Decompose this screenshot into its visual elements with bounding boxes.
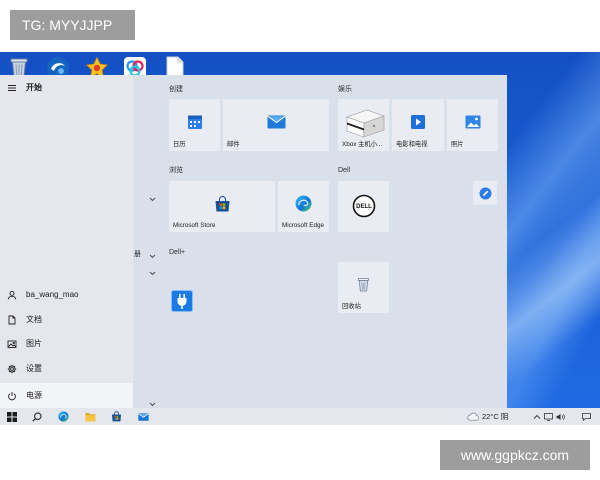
plug-icon[interactable] (171, 290, 193, 312)
tile-label: 回收站 (342, 303, 361, 310)
tile-icon-wrap (447, 99, 498, 145)
power-icon (8, 391, 16, 400)
app-list-item[interactable]: 册 (134, 250, 141, 259)
tile-icon-wrap (338, 262, 389, 307)
weather-widget[interactable]: 22°C 阴 (467, 408, 508, 425)
picture-icon (7, 340, 17, 348)
tile-label: 电影和电视 (396, 141, 428, 148)
tile-label: 照片 (451, 141, 464, 148)
chevron-down-icon[interactable] (149, 197, 156, 202)
chevron-down-icon[interactable] (149, 254, 156, 259)
tile-xbox-console[interactable]: Xbox 主机小... (338, 99, 389, 151)
tile-dell[interactable]: DELL (338, 181, 389, 232)
tile-microsoft-edge[interactable]: Microsoft Edge (278, 181, 329, 232)
mail-icon (267, 115, 285, 129)
network-icon (544, 412, 553, 421)
tile-photos[interactable]: 照片 (447, 99, 498, 151)
chevron-up-icon (533, 414, 540, 419)
edge-icon (295, 195, 312, 212)
nav-documents[interactable]: 文档 (0, 308, 133, 332)
tile-label: Microsoft Edge (282, 222, 324, 229)
weather-text: 22°C 阴 (482, 412, 509, 421)
tile-recycle-bin[interactable]: 回收站 (338, 262, 389, 313)
edge-icon (57, 411, 69, 422)
recycle-bin-icon (358, 278, 369, 292)
start-menu-toggle[interactable]: 开始 (0, 76, 133, 100)
pen-icon (479, 187, 491, 199)
volume-button[interactable] (555, 408, 566, 425)
file-explorer-icon (85, 412, 95, 421)
taskbar-store-button[interactable] (108, 408, 124, 425)
notification-button[interactable] (581, 408, 592, 425)
group-label-dell-plus[interactable]: Dell+ (169, 248, 185, 257)
mail-icon (137, 412, 149, 421)
store-icon (215, 195, 229, 211)
tile-movies-tv[interactable]: 电影和电视 (392, 99, 444, 151)
group-label-entertainment[interactable]: 娱乐 (338, 85, 352, 94)
tile-mail[interactable]: 邮件 (223, 99, 329, 151)
xbox-console-icon (346, 109, 385, 138)
store-icon (111, 411, 121, 422)
photos-icon (465, 115, 480, 129)
tile-pen[interactable] (473, 181, 497, 205)
group-label-dell[interactable]: Dell (338, 166, 350, 175)
chevron-down-icon[interactable] (149, 271, 156, 276)
bottom-watermark: www.ggpkcz.com (440, 440, 590, 470)
network-button[interactable] (543, 408, 554, 425)
volume-icon (556, 413, 565, 420)
tile-icon-wrap (473, 181, 497, 205)
tile-label: Microsoft Store (173, 222, 216, 229)
movies-tv-icon (411, 115, 425, 129)
tile-microsoft-store[interactable]: Microsoft Store (169, 181, 275, 232)
user-icon (7, 290, 17, 300)
search-button[interactable] (29, 408, 45, 425)
taskbar-edge-button[interactable] (55, 408, 71, 425)
tile-calendar[interactable]: 日历 (169, 99, 220, 151)
tile-icon-wrap (169, 99, 220, 145)
nav-settings[interactable]: 设置 (0, 357, 133, 381)
tile-label: 日历 (173, 141, 186, 148)
tile-icon-wrap (223, 99, 329, 145)
chevron-down-icon[interactable] (149, 402, 156, 407)
tile-label: 邮件 (227, 141, 240, 148)
nav-documents-label: 文档 (26, 315, 42, 324)
windows-start-icon (7, 411, 17, 422)
tile-icon-wrap: DELL (338, 181, 389, 230)
account-name: ba_wang_mao (26, 290, 79, 299)
tile-icon-wrap (278, 181, 329, 226)
hamburger-menu-icon (8, 85, 16, 91)
tile-label: Xbox 主机小... (342, 141, 383, 148)
nav-power-label: 电源 (26, 390, 42, 400)
group-label-create[interactable]: 创建 (169, 85, 183, 94)
calendar-icon (187, 115, 202, 129)
start-button[interactable] (4, 408, 20, 425)
tiles-pane: 册 创建 日历 邮件 娱乐 Xbox 主机小... 电影和电视 照片 浏览 Mi… (133, 75, 507, 408)
start-nav-pane: 开始 ba_wang_mao 文档 图片 设置 电源 (0, 75, 133, 408)
tile-icon-wrap (392, 99, 444, 145)
start-title: 开始 (26, 83, 42, 92)
nav-pictures[interactable]: 图片 (0, 332, 133, 356)
start-menu: 开始 ba_wang_mao 文档 图片 设置 电源 册 创建 日历 邮件 娱乐… (0, 75, 507, 408)
nav-power[interactable]: 电源 (0, 383, 133, 408)
cloud-icon (467, 412, 479, 421)
tile-icon-wrap (169, 181, 275, 226)
search-icon (32, 411, 42, 422)
dell-logo-text: DELL (356, 204, 372, 210)
account-button[interactable]: ba_wang_mao (0, 283, 133, 307)
top-watermark: TG: MYYJJPP (10, 10, 135, 40)
notification-icon (582, 412, 591, 421)
dell-logo-icon: DELL (352, 194, 375, 217)
taskbar: 22°C 阴 (0, 408, 600, 425)
taskbar-mail-button[interactable] (135, 408, 151, 425)
group-label-browse[interactable]: 浏览 (169, 166, 183, 175)
nav-pictures-label: 图片 (26, 339, 42, 348)
nav-settings-label: 设置 (26, 364, 42, 373)
taskbar-file-explorer-button[interactable] (82, 408, 98, 425)
document-icon (8, 315, 16, 325)
show-hidden-icons-button[interactable] (531, 408, 542, 425)
gear-icon (7, 364, 17, 374)
